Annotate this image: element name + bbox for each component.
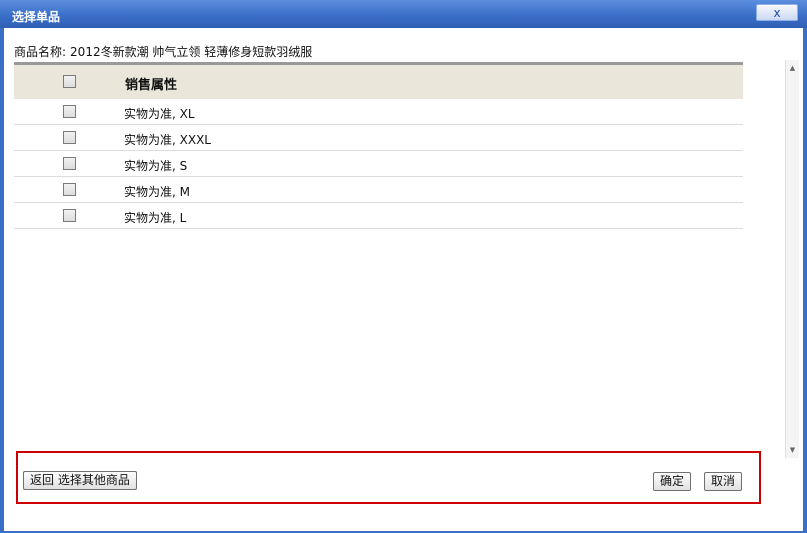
product-name-line: 商品名称: 2012冬新款潮 帅气立领 轻薄修身短款羽绒服: [14, 43, 312, 60]
window-title: 选择单品: [12, 10, 61, 24]
row-checkbox[interactable]: [63, 157, 76, 170]
table-row: 实物为准, XL: [14, 99, 743, 125]
select-all-checkbox[interactable]: [63, 75, 76, 88]
table-row: 实物为准, S: [14, 151, 743, 177]
row-attribute: 实物为准, XXXL: [124, 133, 211, 147]
product-name-label: 商品名称:: [14, 45, 67, 59]
row-checkbox[interactable]: [63, 105, 76, 118]
table-row: 实物为准, M: [14, 177, 743, 203]
table-header: 销售属性: [14, 62, 743, 99]
row-attribute: 实物为准, M: [124, 185, 190, 199]
close-button[interactable]: x: [756, 4, 798, 21]
scroll-up-icon[interactable]: ▲: [786, 62, 799, 74]
column-header-sales-attribute: 销售属性: [125, 78, 178, 93]
row-checkbox[interactable]: [63, 131, 76, 144]
row-checkbox[interactable]: [63, 183, 76, 196]
confirm-button[interactable]: 确定: [653, 472, 692, 491]
vertical-scrollbar[interactable]: ▲ ▼: [785, 60, 799, 458]
table-row: 实物为准, L: [14, 203, 743, 229]
scroll-down-icon[interactable]: ▼: [786, 444, 799, 456]
title-bar: 选择单品 x: [0, 0, 807, 28]
close-icon: x: [773, 5, 781, 20]
product-name-value: 2012冬新款潮 帅气立领 轻薄修身短款羽绒服: [70, 45, 313, 59]
back-select-other-button[interactable]: 返回 选择其他商品: [23, 471, 137, 490]
row-attribute: 实物为准, XL: [124, 107, 195, 121]
cancel-button[interactable]: 取消: [704, 472, 743, 491]
row-attribute: 实物为准, L: [124, 211, 187, 225]
row-attribute: 实物为准, S: [124, 159, 188, 173]
footer-actions: 返回 选择其他商品 确定 取消: [16, 451, 761, 504]
sku-table: 销售属性 实物为准, XL 实物为准, XXXL 实物为准, S 实物为准, M…: [14, 62, 743, 229]
table-row: 实物为准, XXXL: [14, 125, 743, 151]
row-checkbox[interactable]: [63, 209, 76, 222]
dialog-content: 商品名称: 2012冬新款潮 帅气立领 轻薄修身短款羽绒服 销售属性 实物为准, …: [4, 28, 803, 531]
